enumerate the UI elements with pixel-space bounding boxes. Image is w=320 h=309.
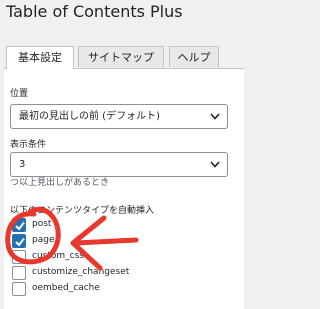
- tab-sitemap[interactable]: サイトマップ: [78, 46, 164, 67]
- oembed-cache-checkbox-label: oembed_cache: [32, 283, 100, 293]
- tab-help[interactable]: ヘルプ: [169, 46, 219, 67]
- show-when-hint: つ以上見出しがあるとき: [10, 178, 110, 188]
- checkmark-icon: [15, 221, 25, 231]
- custom-css-checkbox[interactable]: [12, 250, 26, 264]
- chevron-down-icon: [210, 113, 220, 120]
- page-title: Table of Contents Plus: [6, 2, 183, 21]
- post-checkbox-label: post: [32, 219, 52, 229]
- customize-changeset-checkbox-label: customize_changeset: [32, 267, 130, 277]
- checkmark-icon: [15, 237, 25, 247]
- position-label: 位置: [10, 89, 29, 99]
- show-when-label: 表示条件: [10, 140, 47, 150]
- position-select[interactable]: 最初の見出しの前 (デフォルト): [10, 104, 228, 129]
- tab-basic-settings[interactable]: 基本設定: [6, 46, 74, 69]
- auto-insert-label: 以下のコンテンツタイプを自動挿入: [10, 206, 155, 216]
- page-checkbox-label: page: [32, 235, 55, 245]
- oembed-cache-checkbox[interactable]: [12, 282, 26, 296]
- page-checkbox[interactable]: [12, 234, 26, 248]
- chevron-down-icon: [210, 161, 220, 168]
- show-when-select-value: 3: [19, 159, 26, 170]
- show-when-select[interactable]: 3: [10, 152, 228, 177]
- post-checkbox[interactable]: [12, 218, 26, 232]
- customize-changeset-checkbox[interactable]: [12, 266, 26, 280]
- position-select-value: 最初の見出しの前 (デフォルト): [19, 111, 160, 122]
- custom-css-checkbox-label: custom_css: [32, 251, 84, 261]
